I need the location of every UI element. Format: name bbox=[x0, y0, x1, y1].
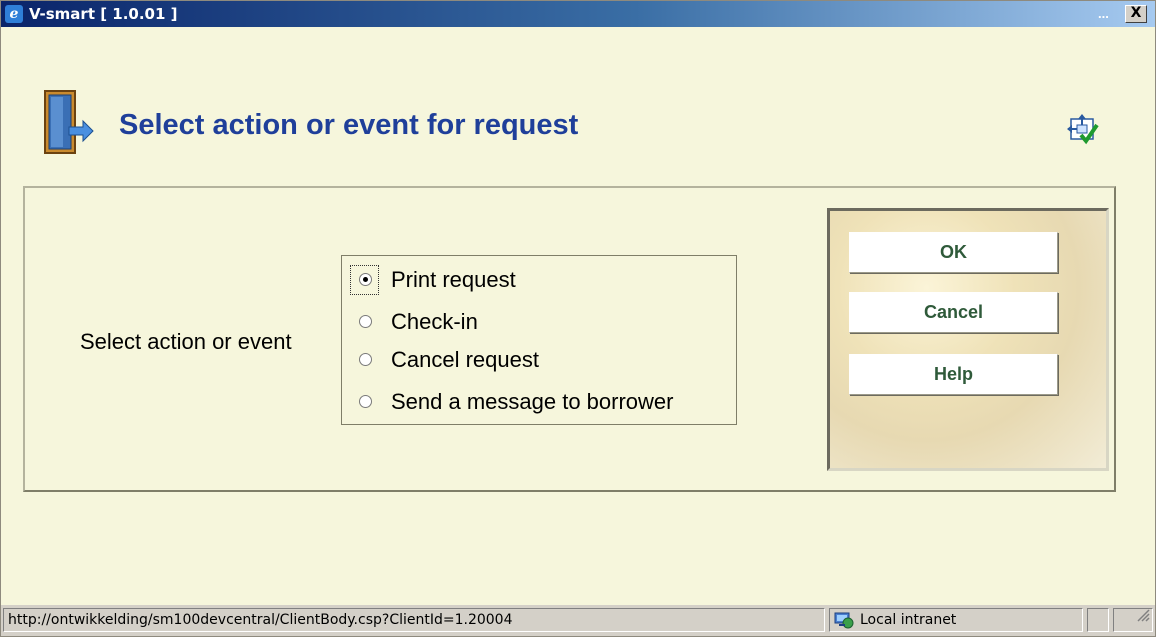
page-title: Select action or event for request bbox=[119, 109, 579, 141]
radio-button[interactable] bbox=[359, 273, 372, 286]
resize-grip-icon[interactable] bbox=[1136, 609, 1150, 629]
status-url: http://ontwikkelding/sm100devcentral/Cli… bbox=[3, 608, 825, 632]
app-window: e V-smart [ 1.0.01 ] ... X Select action… bbox=[0, 0, 1156, 637]
ok-button[interactable]: OK bbox=[849, 232, 1058, 273]
close-button[interactable]: X bbox=[1125, 5, 1147, 23]
status-resize-cell bbox=[1113, 608, 1153, 632]
cancel-button[interactable]: Cancel bbox=[849, 292, 1058, 333]
radio-button[interactable] bbox=[359, 315, 372, 328]
exit-door-icon[interactable] bbox=[43, 85, 97, 164]
browser-icon: e bbox=[5, 5, 23, 23]
radio-label: Send a message to borrower bbox=[391, 389, 674, 414]
zone-label: Local intranet bbox=[860, 612, 957, 628]
status-bar: http://ontwikkelding/sm100devcentral/Cli… bbox=[1, 605, 1155, 636]
radio-button[interactable] bbox=[359, 353, 372, 366]
status-zone: Local intranet bbox=[829, 608, 1083, 632]
radio-label: Check-in bbox=[391, 309, 478, 334]
title-bar[interactable]: e V-smart [ 1.0.01 ] ... X bbox=[1, 1, 1155, 27]
title-ellipsis: ... bbox=[1098, 6, 1109, 21]
local-intranet-icon bbox=[834, 611, 854, 631]
radio-label: Cancel request bbox=[391, 347, 539, 372]
status-empty-cell bbox=[1087, 608, 1109, 632]
radio-button[interactable] bbox=[359, 395, 372, 408]
help-button[interactable]: Help bbox=[849, 354, 1058, 395]
window-title: V-smart [ 1.0.01 ] bbox=[29, 5, 178, 23]
radio-option-check-in[interactable]: Check-in bbox=[347, 307, 727, 337]
radio-option-cancel-request[interactable]: Cancel request bbox=[347, 345, 727, 375]
radio-option-send-message[interactable]: Send a message to borrower bbox=[347, 387, 727, 417]
action-label: Select action or event bbox=[80, 329, 292, 354]
radio-option-print-request[interactable]: Print request bbox=[347, 265, 727, 295]
radio-label: Print request bbox=[391, 267, 516, 292]
layout-check-icon[interactable] bbox=[1067, 113, 1099, 150]
